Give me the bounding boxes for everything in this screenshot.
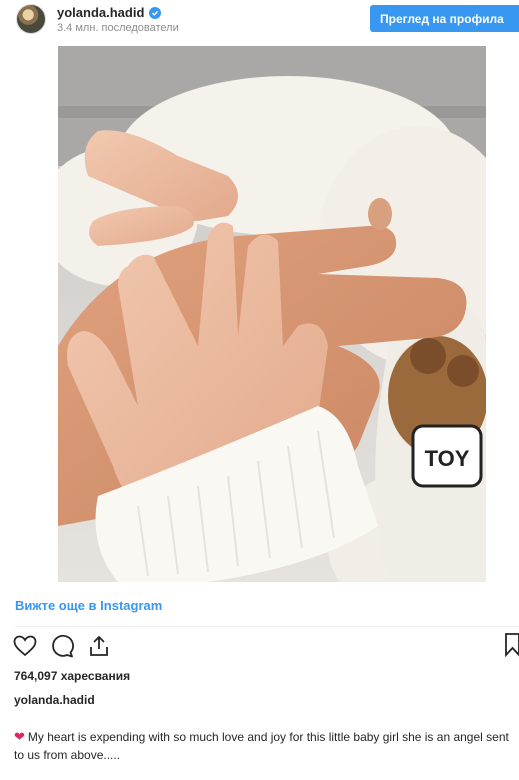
post-header: yolanda.hadid 3.4 млн. последователи Пре… (0, 0, 519, 40)
share-icon[interactable] (86, 633, 111, 658)
bookmark-icon[interactable] (505, 633, 519, 658)
followers-count: 3.4 млн. последователи (57, 22, 179, 34)
post-photo[interactable]: TOY (58, 46, 486, 582)
avatar[interactable] (16, 4, 46, 34)
likes-count[interactable]: 764,097 харесвания (14, 669, 130, 683)
post-photo-image: TOY (58, 46, 486, 582)
view-profile-button[interactable]: Преглед на профила (370, 5, 519, 32)
heart-icon[interactable] (12, 633, 37, 658)
comment-icon[interactable] (49, 633, 74, 658)
sweater-print-text: TOY (425, 446, 470, 471)
username-row: yolanda.hadid (57, 5, 162, 20)
action-bar (12, 633, 111, 658)
divider (15, 626, 519, 627)
post-caption: ❤ My heart is expending with so much love… (14, 728, 514, 764)
heart-emoji-icon: ❤ (14, 729, 25, 744)
view-more-link[interactable]: Вижте още в Instagram (15, 598, 162, 613)
username[interactable]: yolanda.hadid (57, 5, 144, 20)
caption-text: My heart is expending with so much love … (14, 730, 509, 762)
verified-badge-icon (149, 6, 162, 19)
caption-username[interactable]: yolanda.hadid (14, 693, 95, 707)
